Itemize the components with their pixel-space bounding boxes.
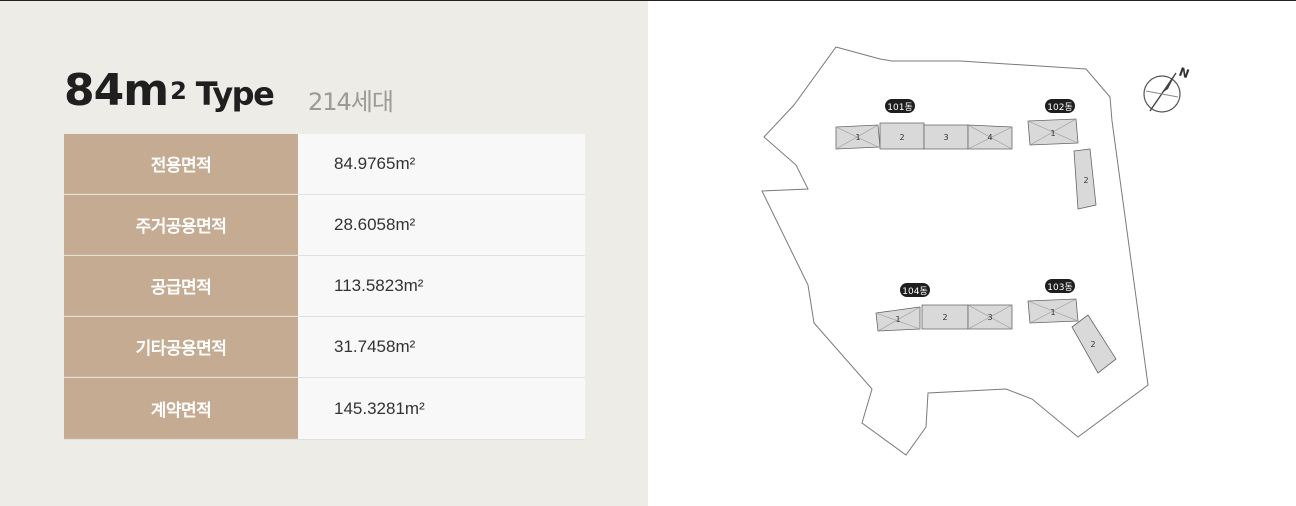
compass-north-label: N xyxy=(1177,65,1191,82)
unit-label: 1 xyxy=(855,133,860,142)
area-label-other-common: 기타공용면적 xyxy=(64,317,298,377)
site-plan-panel: N 101동 1 2 3 4 102동 1 2 103동 1 2 104동 1 … xyxy=(648,1,1296,506)
unit-label: 2 xyxy=(942,313,947,322)
unit-type-word: Type xyxy=(195,75,275,113)
compass-icon: N xyxy=(1143,65,1191,113)
area-label-residential-common: 주거공용면적 xyxy=(64,195,298,255)
area-value-other-common: 31.7458m² xyxy=(298,317,585,377)
unit-label: 2 xyxy=(899,133,904,142)
unit-label: 2 xyxy=(1083,176,1088,185)
unit-label: 3 xyxy=(943,133,948,142)
site-plan-map: N 101동 1 2 3 4 102동 1 2 103동 1 2 104동 1 … xyxy=(761,46,1191,456)
area-value-supply: 113.5823m² xyxy=(298,256,585,316)
unit-label: 4 xyxy=(987,133,992,142)
unit-label: 1 xyxy=(895,315,900,324)
area-label-supply: 공급면적 xyxy=(64,256,298,316)
unit-label: 3 xyxy=(987,313,992,322)
table-row: 주거공용면적 28.6058m² xyxy=(64,195,585,256)
unit-label: 1 xyxy=(1050,129,1055,138)
household-count: 214세대 xyxy=(308,88,394,116)
table-row: 공급면적 113.5823m² xyxy=(64,256,585,317)
area-table: 전용면적 84.9765m² 주거공용면적 28.6058m² 공급면적 113… xyxy=(64,134,585,440)
site-boundary xyxy=(761,46,1149,456)
area-value-contract: 145.3281m² xyxy=(298,378,585,439)
table-row: 전용면적 84.9765m² xyxy=(64,134,585,195)
building-tag-103: 103동 xyxy=(1047,282,1072,293)
unit-size-superscript: 2 xyxy=(170,77,187,105)
building-tag-104: 104동 xyxy=(902,286,927,297)
unit-size: 84m xyxy=(64,65,169,116)
area-value-exclusive: 84.9765m² xyxy=(298,134,585,194)
table-row: 기타공용면적 31.7458m² xyxy=(64,317,585,378)
area-label-exclusive: 전용면적 xyxy=(64,134,298,194)
unit-label: 2 xyxy=(1090,340,1095,349)
area-value-residential-common: 28.6058m² xyxy=(298,195,585,255)
building-tag-101: 101동 xyxy=(887,102,912,113)
table-row: 계약면적 145.3281m² xyxy=(64,378,585,440)
building-tag-102: 102동 xyxy=(1047,102,1072,113)
unit-label: 1 xyxy=(1050,308,1055,317)
area-label-contract: 계약면적 xyxy=(64,378,298,439)
unit-info-panel: 84m2 Type 214세대 전용면적 84.9765m² 주거공용면적 28.… xyxy=(0,1,648,506)
unit-type-title: 84m2 Type xyxy=(64,65,275,118)
